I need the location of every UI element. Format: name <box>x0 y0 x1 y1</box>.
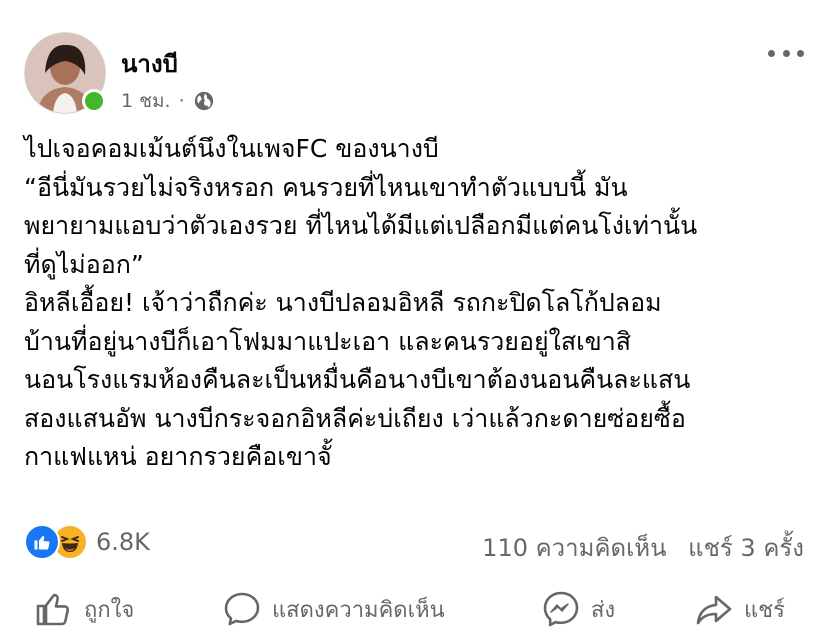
post-line: พยายามแอบว่าตัวเองรวย ที่ไหนได้มีแต่เปลื… <box>24 211 698 240</box>
send-label: ส่ง <box>591 597 616 623</box>
share-count[interactable]: แชร์ 3 ครั้ง <box>688 534 804 562</box>
like-button[interactable]: ถูกใจ <box>34 582 134 636</box>
thumbs-up-icon <box>36 593 70 626</box>
post-line: “อีนี่มันรวยไม่จริงหรอก คนรวยที่ไหนเขาทำ… <box>24 172 628 202</box>
messenger-icon <box>543 591 579 627</box>
reaction-count: 6.8K <box>96 528 150 556</box>
post-line: สองแสนอัพ นางบีกระจอกอิหลีค่ะบ่เถียง เว่… <box>24 403 686 433</box>
globe-icon <box>194 91 213 111</box>
post-line: ไปเจอคอมเม้นต์นึงในเพจFC ของนางบี <box>24 134 439 163</box>
comment-label: แสดงความคิดเห็น <box>272 597 445 623</box>
comment-icon <box>224 592 260 626</box>
post-line: นอนโรงแรมห้องคืนละเป็นหมื่นคือนางบีเขาต้… <box>24 365 691 394</box>
share-button[interactable]: แชร์ <box>694 582 785 636</box>
more-options-icon[interactable] <box>768 44 804 62</box>
post-line: ที่ดูไม่ออก” <box>24 249 144 279</box>
like-label: ถูกใจ <box>84 597 135 623</box>
comment-button[interactable]: แสดงความคิดเห็น <box>222 582 445 636</box>
online-status-dot <box>82 89 106 113</box>
action-bar: ถูกใจ แสดงความคิดเห็น ส่ง แชร์ <box>24 582 804 636</box>
meta-separator: · <box>178 90 185 112</box>
post-meta: 1 ชม. · <box>121 86 215 116</box>
reactions-summary[interactable]: 6.8K <box>24 524 150 560</box>
author-name[interactable]: นางบี <box>121 44 178 83</box>
like-reaction-icon <box>24 524 60 560</box>
post-text: ไปเจอคอมเม้นต์นึงในเพจFC ของนางบี “อีนี่… <box>24 130 804 477</box>
stats-right: 110 ความคิดเห็น แชร์ 3 ครั้ง <box>482 528 804 567</box>
post-line: กาแฟแหน่ อยากรวยคือเขาจั้ <box>24 442 332 471</box>
post-header: นางบี 1 ชม. · <box>24 32 804 114</box>
comment-count[interactable]: 110 ความคิดเห็น <box>482 534 666 562</box>
send-button[interactable]: ส่ง <box>541 582 615 636</box>
post-time[interactable]: 1 ชม. <box>121 86 171 116</box>
post-stats: 6.8K 110 ความคิดเห็น แชร์ 3 ครั้ง <box>24 520 804 564</box>
share-label: แชร์ <box>744 597 785 623</box>
post-line: บ้านที่อยู่นางบีก็เอาโฟมมาแปะเอา และคนรว… <box>24 326 632 356</box>
share-icon <box>696 595 732 625</box>
post-line: อิหลีเอื้อย! เจ้าว่าถืกค่ะ นางบีปลอมอิหล… <box>24 288 662 317</box>
